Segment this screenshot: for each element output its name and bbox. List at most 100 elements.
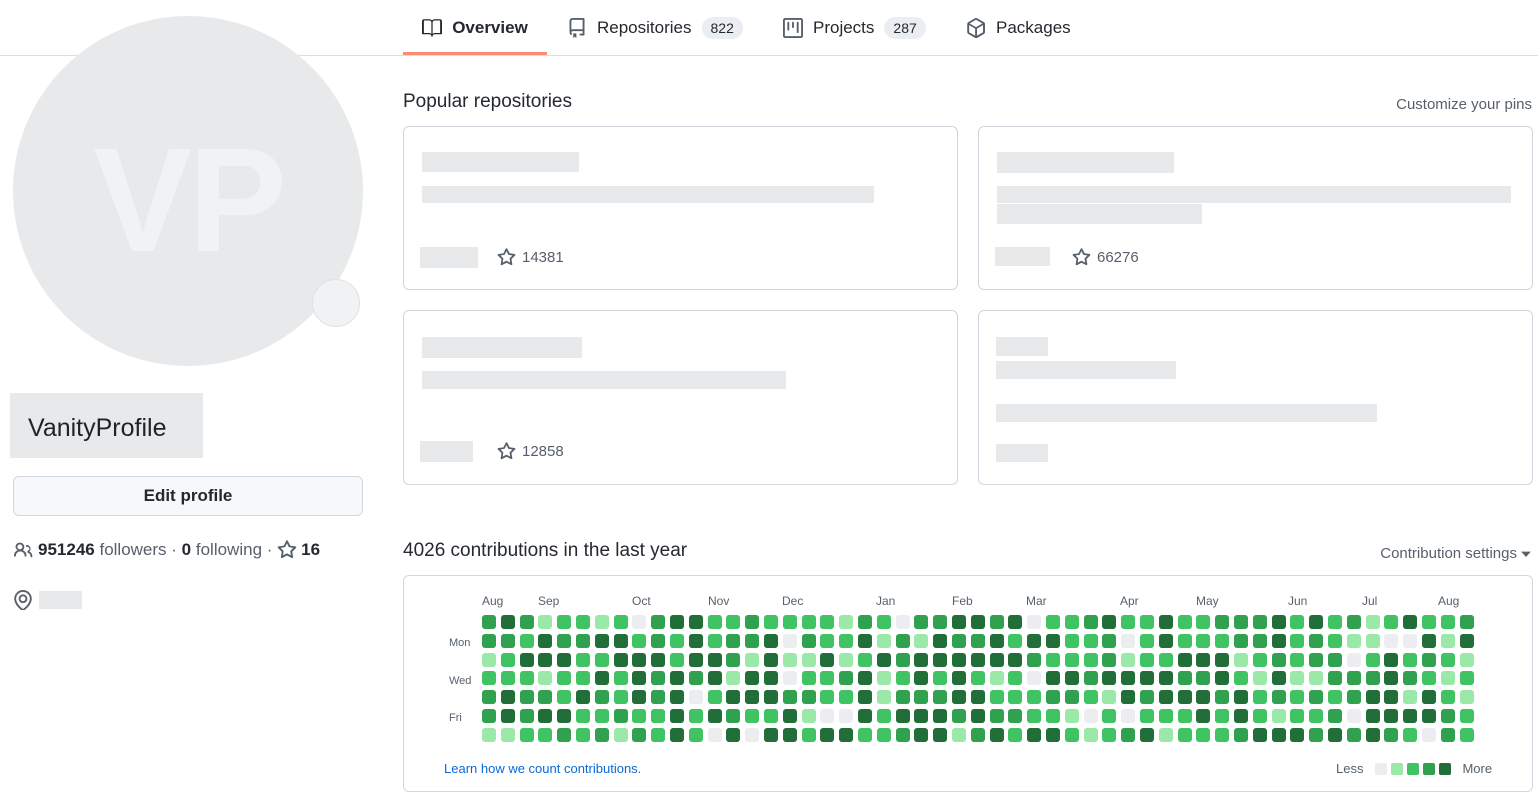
contribution-day[interactable] [538,615,553,629]
tab-overview[interactable]: Overview [403,0,547,55]
contribution-day[interactable] [726,615,741,629]
contribution-day[interactable] [839,652,854,667]
contribution-day[interactable] [1027,690,1042,705]
contribution-day[interactable] [1121,615,1136,629]
contribution-day[interactable] [895,633,910,648]
contribution-day[interactable] [876,709,891,723]
contribution-day[interactable] [1064,690,1079,705]
edit-profile-button[interactable]: Edit profile [13,476,363,516]
contribution-day[interactable] [707,727,722,742]
contribution-day[interactable] [1158,690,1173,705]
contribution-day[interactable] [1309,727,1324,742]
contribution-day[interactable] [782,615,797,629]
contribution-day[interactable] [670,671,684,686]
contribution-day[interactable] [1140,615,1154,629]
contribution-day[interactable] [933,652,948,667]
contribution-day[interactable] [820,633,835,648]
contribution-day[interactable] [914,615,929,629]
repo-card[interactable]: 12858 [403,310,958,485]
contribution-day[interactable] [745,633,760,648]
contribution-day[interactable] [1083,727,1098,742]
contribution-day[interactable] [707,652,722,667]
contribution-day[interactable] [1234,709,1248,723]
contribution-day[interactable] [1346,652,1361,667]
contribution-day[interactable] [651,671,666,686]
contribution-day[interactable] [820,652,835,667]
contribution-day[interactable] [538,671,553,686]
contribution-day[interactable] [1365,633,1380,648]
contribution-day[interactable] [820,671,835,686]
contribution-day[interactable] [1046,652,1060,667]
contribution-day[interactable] [1177,727,1192,742]
contribution-day[interactable] [764,709,778,723]
tab-projects[interactable]: Projects 287 [783,0,926,56]
contribution-day[interactable] [1158,633,1173,648]
contribution-day[interactable] [1290,690,1305,705]
contribution-day[interactable] [1215,615,1230,629]
contribution-day[interactable] [519,671,534,686]
contribution-day[interactable] [989,633,1004,648]
contribution-day[interactable] [1177,709,1192,723]
contribution-day[interactable] [820,709,835,723]
contribution-day[interactable] [1422,690,1436,705]
contribution-day[interactable] [1271,615,1286,629]
contribution-day[interactable] [1158,652,1173,667]
contribution-day[interactable] [1215,690,1230,705]
contribution-day[interactable] [858,709,872,723]
contribution-day[interactable] [613,709,628,723]
contribution-day[interactable] [519,615,534,629]
contribution-day[interactable] [519,633,534,648]
contribution-day[interactable] [1121,671,1136,686]
contribution-day[interactable] [651,727,666,742]
contribution-day[interactable] [895,690,910,705]
contribution-day[interactable] [500,671,515,686]
contribution-day[interactable] [801,652,816,667]
contribution-day[interactable] [1384,615,1399,629]
contribution-day[interactable] [1365,652,1380,667]
contribution-day[interactable] [707,690,722,705]
contribution-day[interactable] [952,709,966,723]
contribution-day[interactable] [1102,727,1117,742]
contribution-day[interactable] [1271,671,1286,686]
contribution-day[interactable] [1196,690,1211,705]
contribution-day[interactable] [1384,709,1399,723]
contribution-day[interactable] [576,690,590,705]
contribution-day[interactable] [1215,652,1230,667]
contribution-day[interactable] [895,671,910,686]
contribution-day[interactable] [576,727,590,742]
contribution-day[interactable] [1008,633,1023,648]
contribution-day[interactable] [1196,709,1211,723]
contribution-day[interactable] [1328,709,1342,723]
contribution-day[interactable] [876,671,891,686]
contribution-day[interactable] [482,709,496,723]
repo-stars[interactable]: 66276 [1072,248,1139,267]
contribution-day[interactable] [764,615,778,629]
contribution-day[interactable] [538,652,553,667]
contribution-day[interactable] [482,671,496,686]
contribution-day[interactable] [1328,690,1342,705]
contribution-day[interactable] [1440,633,1455,648]
contribution-day[interactable] [1346,671,1361,686]
contribution-day[interactable] [1083,652,1098,667]
contribution-day[interactable] [989,615,1004,629]
contribution-day[interactable] [651,615,666,629]
contribution-day[interactable] [1121,690,1136,705]
contribution-day[interactable] [952,633,966,648]
contribution-day[interactable] [670,727,684,742]
contribution-day[interactable] [1102,690,1117,705]
contribution-day[interactable] [1027,727,1042,742]
contribution-day[interactable] [707,633,722,648]
contribution-day[interactable] [726,727,741,742]
contribution-day[interactable] [1252,709,1267,723]
contribution-day[interactable] [1346,709,1361,723]
contribution-day[interactable] [1440,671,1455,686]
contribution-day[interactable] [707,709,722,723]
contribution-day[interactable] [1384,633,1399,648]
contribution-day[interactable] [970,633,985,648]
contribution-day[interactable] [839,690,854,705]
contribution-day[interactable] [1271,709,1286,723]
contribution-day[interactable] [557,633,572,648]
contribution-day[interactable] [1309,615,1324,629]
contribution-day[interactable] [482,727,496,742]
contribution-day[interactable] [1008,652,1023,667]
